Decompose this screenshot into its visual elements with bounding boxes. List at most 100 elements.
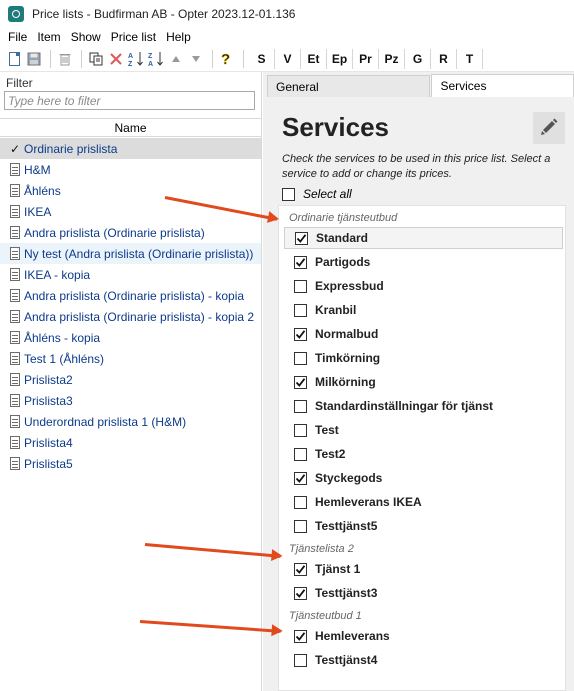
pencil-icon (539, 117, 559, 140)
price-list-item[interactable]: Andra prislista (Ordinarie prislista) - … (0, 285, 261, 306)
price-list-item[interactable]: Prislista4 (0, 432, 261, 453)
copy-icon[interactable] (87, 50, 105, 68)
service-row[interactable]: Partigods (284, 251, 563, 273)
toolbar-button-pz[interactable]: Pz (379, 49, 405, 69)
service-row[interactable]: Standardinställningar för tjänst (284, 395, 563, 417)
service-checkbox[interactable] (295, 231, 308, 245)
menu-file[interactable]: File (4, 30, 31, 44)
price-list-item[interactable]: Underordnad prislista 1 (H&M) (0, 411, 261, 432)
service-checkbox[interactable] (294, 279, 307, 293)
service-row[interactable]: Hemleverans (284, 625, 563, 647)
service-row[interactable]: Styckegods (284, 467, 563, 489)
close-icon[interactable] (107, 50, 125, 68)
price-list-item[interactable]: Prislista5 (0, 453, 261, 474)
price-list-item[interactable]: Prislista3 (0, 390, 261, 411)
sort-ascending-icon[interactable]: AZ (127, 50, 145, 68)
menu-price-list[interactable]: Price list (107, 30, 160, 44)
service-row[interactable]: Expressbud (284, 275, 563, 297)
checkbox[interactable] (282, 187, 295, 201)
service-row[interactable]: Normalbud (284, 323, 563, 345)
sort-descending-icon[interactable]: ZA (147, 50, 165, 68)
price-list-item[interactable]: Test 1 (Åhléns) (0, 348, 261, 369)
document-icon (10, 373, 20, 386)
price-list-item[interactable]: Andra prislista (Ordinarie prislista) - … (0, 306, 261, 327)
toolbar-button-g[interactable]: G (405, 49, 431, 69)
service-row[interactable]: Milkörning (284, 371, 563, 393)
service-row[interactable]: Hemleverans IKEA (284, 491, 563, 513)
svg-text:A: A (148, 61, 153, 67)
service-checkbox[interactable] (294, 447, 307, 461)
service-row[interactable]: Standard (284, 227, 563, 249)
service-label: Expressbud (315, 279, 384, 293)
save-icon[interactable] (25, 50, 43, 68)
toolbar-separator (50, 50, 51, 68)
service-row[interactable]: Timkörning (284, 347, 563, 369)
new-document-icon[interactable] (5, 50, 23, 68)
price-list-item[interactable]: IKEA - kopia (0, 264, 261, 285)
service-checkbox[interactable] (294, 629, 307, 643)
service-label: Test2 (315, 447, 346, 461)
help-icon[interactable]: ? (218, 50, 236, 68)
toolbar-button-pr[interactable]: Pr (353, 49, 379, 69)
service-checkbox[interactable] (294, 471, 307, 485)
price-list-item[interactable]: IKEA (0, 201, 261, 222)
price-list-item[interactable]: Ny test (Andra prislista (Ordinarie pris… (0, 243, 261, 264)
price-list-item-label: Prislista4 (24, 435, 73, 450)
price-list-item[interactable]: H&M (0, 159, 261, 180)
service-checkbox[interactable] (294, 303, 307, 317)
service-checkbox[interactable] (294, 375, 307, 389)
price-list-item[interactable]: Åhléns - kopia (0, 327, 261, 348)
name-column-header[interactable]: Name (0, 118, 261, 137)
menu-help[interactable]: Help (162, 30, 195, 44)
price-list-item-label: Åhléns - kopia (24, 330, 101, 345)
service-checkbox[interactable] (294, 255, 307, 269)
price-list-item[interactable]: ✓ Ordinarie prislista (0, 138, 261, 159)
toolbar-button-et[interactable]: Et (301, 49, 327, 69)
toolbar-button-v[interactable]: V (275, 49, 301, 69)
menu-show[interactable]: Show (67, 30, 105, 44)
toolbar-button-ep[interactable]: Ep (327, 49, 353, 69)
service-row[interactable]: Kranbil (284, 299, 563, 321)
price-list-item[interactable]: Åhléns (0, 180, 261, 201)
service-list: Ordinarie tjänsteutbud Standard Partigods E… (278, 205, 566, 691)
tab-general[interactable]: General (267, 75, 431, 97)
service-checkbox[interactable] (294, 586, 307, 600)
menu-item[interactable]: Item (33, 30, 64, 44)
services-instructions: Check the services to be used in this pr… (282, 153, 551, 180)
price-list-item[interactable]: Andra prislista (Ordinarie prislista) (0, 222, 261, 243)
service-checkbox[interactable] (294, 327, 307, 341)
service-checkbox[interactable] (294, 351, 307, 365)
service-checkbox[interactable] (294, 423, 307, 437)
price-list-item-label: IKEA (24, 204, 52, 219)
service-checkbox[interactable] (294, 399, 307, 413)
price-list-item-label: Prislista2 (24, 372, 73, 387)
tab-services[interactable]: Services (431, 74, 574, 97)
service-label: Hemleverans (315, 629, 390, 643)
service-row[interactable]: Testtjänst4 (284, 649, 563, 671)
document-icon (10, 268, 20, 281)
toolbar-button-t[interactable]: T (457, 49, 483, 69)
toolbar-button-r[interactable]: R (431, 49, 457, 69)
service-label: Milkörning (315, 375, 376, 389)
toolbar-button-s[interactable]: S (249, 49, 275, 69)
move-down-icon[interactable] (187, 50, 205, 68)
service-row[interactable]: Testtjänst3 (284, 582, 563, 604)
details-panel: General Services Services Check the serv… (263, 72, 574, 691)
select-all-checkbox[interactable]: Select all (282, 187, 352, 201)
service-checkbox[interactable] (294, 562, 307, 576)
price-list-item[interactable]: Prislista2 (0, 369, 261, 390)
service-row[interactable]: Test2 (284, 443, 563, 465)
delete-icon[interactable] (56, 50, 74, 68)
service-checkbox[interactable] (294, 519, 307, 533)
move-up-icon[interactable] (167, 50, 185, 68)
service-checkbox[interactable] (294, 495, 307, 509)
edit-button[interactable] (533, 112, 565, 144)
service-checkbox[interactable] (294, 653, 307, 667)
filter-input[interactable] (4, 91, 255, 110)
price-list-item-label: Ordinarie prislista (24, 141, 118, 156)
service-row[interactable]: Test (284, 419, 563, 441)
service-row[interactable]: Tjänst 1 (284, 558, 563, 580)
service-label: Normalbud (315, 327, 379, 341)
document-icon (10, 289, 20, 302)
service-row[interactable]: Testtjänst5 (284, 515, 563, 537)
